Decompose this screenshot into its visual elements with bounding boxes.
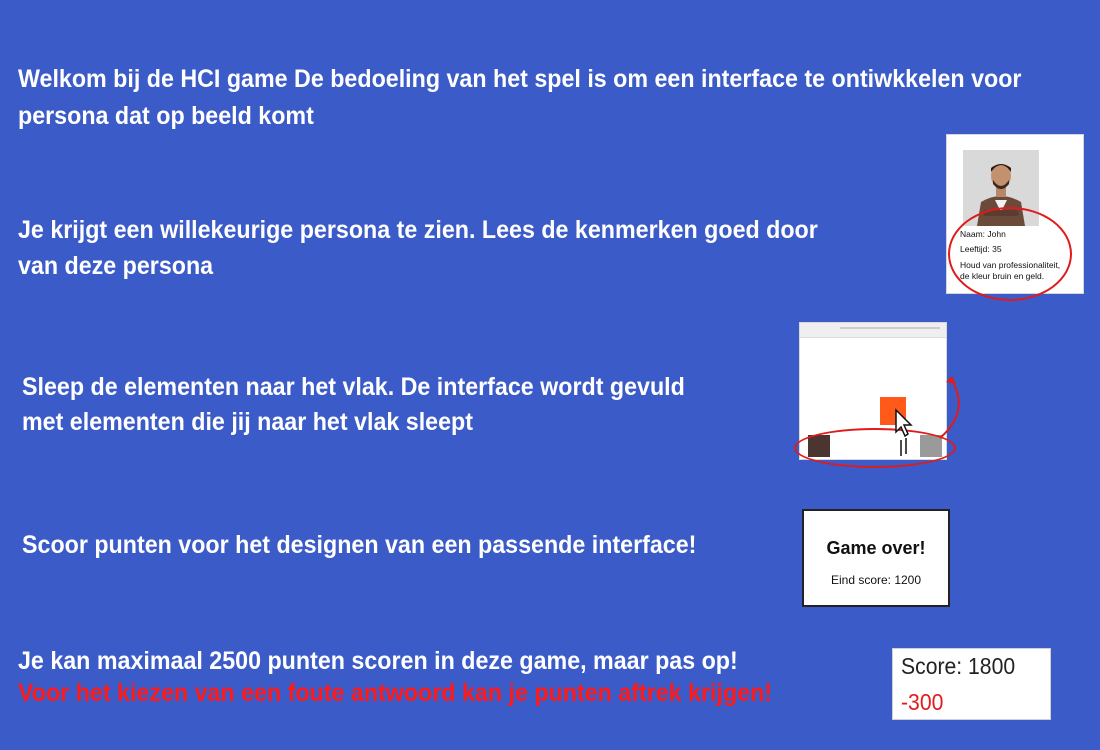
drag-illustration-icons	[895, 376, 960, 456]
drag-instruction-line2: met elementen die jij naar het vlak slee…	[22, 408, 473, 436]
hand-pointer-icon	[895, 408, 913, 456]
intro-text-line2: persona dat op beeld komt	[18, 102, 314, 130]
final-score: Eind score: 1200	[830, 573, 922, 587]
persona-highlight-ellipse	[948, 207, 1072, 301]
browser-toolbar	[800, 323, 946, 338]
address-bar	[840, 327, 940, 329]
score-value: Score: 1800	[901, 653, 1016, 679]
score-box: Score: 1800 -300	[892, 648, 1051, 720]
intro-text-line1: Welkom bij de HCI game De bedoeling van …	[18, 65, 1022, 93]
persona-instruction-line2: van deze persona	[18, 252, 214, 280]
curved-arrow-icon	[939, 376, 960, 439]
drag-instruction-line1: Sleep de elementen naar het vlak. De int…	[22, 373, 685, 401]
penalty-value: -300	[901, 689, 944, 715]
persona-instruction-line1: Je krijgt een willekeurige persona te zi…	[18, 216, 818, 244]
game-over-card: Game over! Eind score: 1200	[802, 509, 950, 607]
game-over-title: Game over!	[826, 538, 926, 558]
penalty-warning-text: Voor het kiezen van een foute antwoord k…	[18, 679, 773, 707]
score-instruction: Scoor punten voor het designen van een p…	[22, 531, 697, 559]
